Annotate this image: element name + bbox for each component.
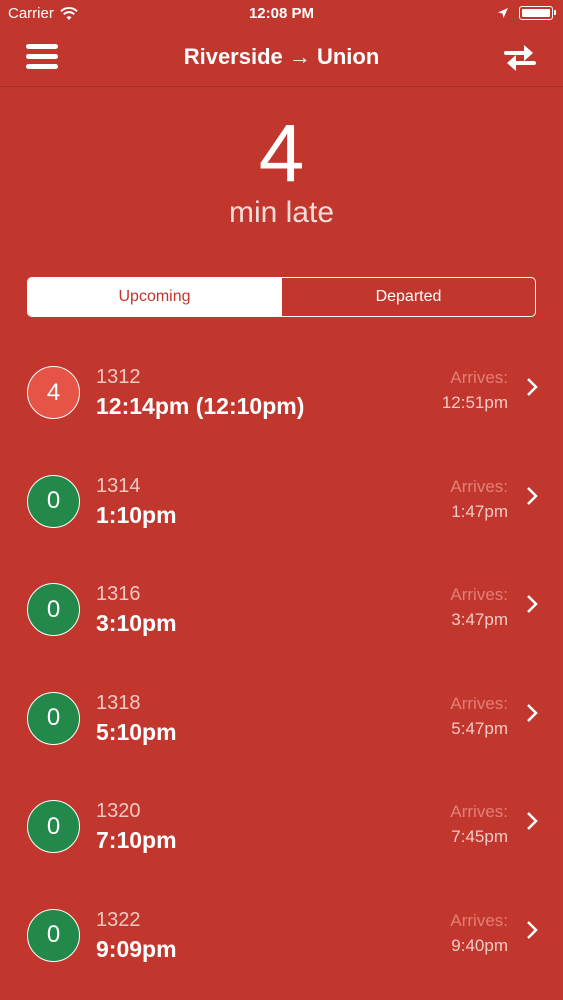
delay-badge: 4 [27, 366, 80, 419]
arrives-label: Arrives: [450, 476, 508, 496]
departure-time: 7:10pm [96, 827, 177, 854]
train-number: 1318 [96, 691, 141, 714]
train-number: 1322 [96, 908, 141, 931]
chevron-right-icon [527, 378, 538, 396]
chevron-right-icon [527, 812, 538, 831]
train-number: 1320 [96, 800, 141, 823]
app-screen: Carrier 12:08 PM Riverside → Union 4 min… [0, 0, 563, 1000]
train-row-1322[interactable]: 0 1322 9:09pm Arrives: 9:40pm [0, 881, 563, 990]
chevron-right-icon [527, 595, 538, 614]
departure-time: 12:14pm (12:10pm) [96, 393, 305, 419]
arrives-label: Arrives: [450, 585, 508, 605]
arrives-label: Arrives: [450, 693, 508, 713]
arrives-label: Arrives: [450, 910, 508, 930]
arrival-time: 7:45pm [451, 827, 508, 847]
train-list: 4 1312 12:14pm (12:10pm) Arrives: 12:51p… [0, 338, 563, 990]
train-number: 1316 [96, 583, 141, 606]
departure-time: 5:10pm [96, 718, 177, 745]
battery-icon [519, 6, 556, 20]
arrival-time: 9:40pm [451, 935, 508, 955]
delay-badge: 0 [27, 583, 80, 637]
arrives-label: Arrives: [450, 802, 508, 822]
route-title: Riverside → Union [183, 44, 380, 69]
train-row-1318[interactable]: 0 1318 5:10pm Arrives: 5:47pm [0, 664, 563, 773]
departure-time: 9:09pm [96, 935, 177, 962]
chevron-right-icon [527, 703, 538, 722]
arrival-time: 3:47pm [451, 610, 508, 630]
chevron-right-icon [527, 921, 538, 939]
train-number: 1314 [96, 474, 141, 497]
train-row-1320[interactable]: 0 1320 7:10pm Arrives: 7:45pm [0, 772, 563, 881]
status-right [497, 6, 556, 20]
tab-upcoming[interactable]: Upcoming [28, 278, 281, 316]
segmented-control: Upcoming Departed [27, 277, 536, 317]
tab-departed[interactable]: Departed [281, 278, 535, 316]
train-row-1314[interactable]: 0 1314 1:10pm Arrives: 1:47pm [0, 447, 563, 556]
delay-badge: 0 [27, 691, 80, 745]
arrives-label: Arrives: [450, 368, 508, 387]
arrival-time: 5:47pm [451, 718, 508, 738]
location-arrow-icon [498, 8, 508, 18]
status-bar: Carrier 12:08 PM [0, 0, 563, 30]
departure-time: 1:10pm [96, 501, 177, 528]
delay-badge: 0 [27, 908, 80, 962]
status-time: 12:08 PM [248, 5, 315, 22]
train-number: 1312 [96, 366, 141, 388]
delay-label: min late [228, 196, 335, 229]
delay-badge: 0 [27, 474, 80, 528]
train-row-1316[interactable]: 0 1316 3:10pm Arrives: 3:47pm [0, 555, 563, 664]
nav-bar: Riverside → Union [0, 30, 563, 87]
swap-direction-icon[interactable] [503, 41, 537, 73]
chevron-right-icon [527, 486, 538, 505]
delay-badge: 0 [27, 800, 80, 854]
delay-minutes: 4 [258, 108, 305, 199]
train-row-1312[interactable]: 4 1312 12:14pm (12:10pm) Arrives: 12:51p… [0, 338, 563, 447]
departure-time: 3:10pm [96, 610, 177, 637]
arrival-time: 1:47pm [451, 501, 508, 521]
arrival-time: 12:51pm [441, 393, 508, 412]
